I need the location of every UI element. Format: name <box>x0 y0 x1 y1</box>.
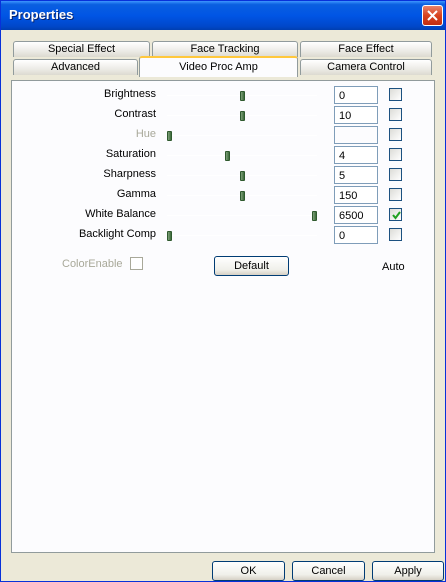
control-row-sharpness: Sharpness 5 <box>12 165 436 185</box>
tab-camera-control[interactable]: Camera Control <box>300 59 432 75</box>
saturation-label: Saturation <box>105 148 156 160</box>
hue-label: Hue <box>135 128 156 140</box>
white-balance-value-field[interactable]: 6500 <box>334 206 378 224</box>
brightness-value-field[interactable]: 0 <box>334 86 378 104</box>
contrast-slider-thumb[interactable] <box>240 111 245 121</box>
gamma-auto-checkbox[interactable] <box>389 188 402 201</box>
backlight-comp-auto-checkbox[interactable] <box>389 228 402 241</box>
default-button[interactable]: Default <box>214 256 289 276</box>
color-enable-checkbox[interactable] <box>130 257 143 270</box>
apply-button[interactable]: Apply <box>372 561 444 581</box>
gamma-slider-thumb[interactable] <box>240 191 245 201</box>
saturation-slider[interactable] <box>167 155 317 156</box>
white-balance-slider-thumb[interactable] <box>312 211 317 221</box>
white-balance-slider[interactable] <box>167 215 317 216</box>
tab-special-effect[interactable]: Special Effect <box>13 41 150 57</box>
tab-video-proc-amp[interactable]: Video Proc Amp <box>139 56 298 77</box>
control-row-saturation: Saturation 4 <box>12 145 436 165</box>
brightness-auto-checkbox[interactable] <box>389 88 402 101</box>
title-bar[interactable]: Properties <box>1 1 445 30</box>
hue-auto-checkbox[interactable] <box>389 128 402 141</box>
color-enable[interactable]: ColorEnable <box>62 257 143 270</box>
sharpness-auto-checkbox[interactable] <box>389 168 402 181</box>
checkmark-icon <box>392 211 401 220</box>
tab-face-tracking[interactable]: Face Tracking <box>152 41 298 57</box>
backlight-comp-label: Backlight Comp <box>78 228 156 240</box>
properties-window: Properties Special Effect Face Tracking … <box>0 0 446 582</box>
sharpness-value-field[interactable]: 5 <box>334 166 378 184</box>
tab-row-top: Special Effect Face Tracking Face Effect <box>11 41 435 57</box>
saturation-auto-checkbox[interactable] <box>389 148 402 161</box>
contrast-value-field[interactable]: 10 <box>334 106 378 124</box>
tab-row-bottom: Advanced Video Proc Amp Camera Control <box>11 56 435 77</box>
control-row-gamma: Gamma 150 <box>12 185 436 205</box>
window-title: Properties <box>9 7 74 22</box>
control-row-white-balance: White Balance 6500 <box>12 205 436 225</box>
contrast-auto-checkbox[interactable] <box>389 108 402 121</box>
auto-column-label: Auto <box>382 261 405 273</box>
tab-panel: Brightness 0 Contrast 10 Hue Saturation 4 Sharp… <box>11 80 435 553</box>
brightness-slider-thumb[interactable] <box>240 91 245 101</box>
tab-face-effect[interactable]: Face Effect <box>300 41 432 57</box>
close-icon <box>427 10 438 21</box>
white-balance-auto-checkbox[interactable] <box>389 208 402 221</box>
saturation-value-field[interactable]: 4 <box>334 146 378 164</box>
backlight-comp-slider[interactable] <box>167 235 317 236</box>
control-row-brightness: Brightness 0 <box>12 85 436 105</box>
close-button[interactable] <box>422 5 443 26</box>
ok-button[interactable]: OK <box>212 561 285 581</box>
hue-slider[interactable] <box>167 135 317 136</box>
control-row-backlight-comp: Backlight Comp 0 <box>12 225 436 245</box>
backlight-comp-value-field[interactable]: 0 <box>334 226 378 244</box>
gamma-value-field[interactable]: 150 <box>334 186 378 204</box>
color-enable-label: ColorEnable <box>62 258 123 270</box>
hue-value-field[interactable] <box>334 126 378 144</box>
sharpness-label: Sharpness <box>103 168 156 180</box>
gamma-label: Gamma <box>116 188 156 200</box>
contrast-label: Contrast <box>114 108 156 120</box>
control-row-hue: Hue <box>12 125 436 145</box>
sharpness-slider-thumb[interactable] <box>240 171 245 181</box>
white-balance-label: White Balance <box>85 208 156 220</box>
saturation-slider-thumb[interactable] <box>225 151 230 161</box>
brightness-label: Brightness <box>104 88 156 100</box>
hue-slider-thumb[interactable] <box>167 131 172 141</box>
backlight-comp-slider-thumb[interactable] <box>167 231 172 241</box>
tab-advanced[interactable]: Advanced <box>13 59 138 75</box>
cancel-button[interactable]: Cancel <box>292 561 365 581</box>
control-row-contrast: Contrast 10 <box>12 105 436 125</box>
